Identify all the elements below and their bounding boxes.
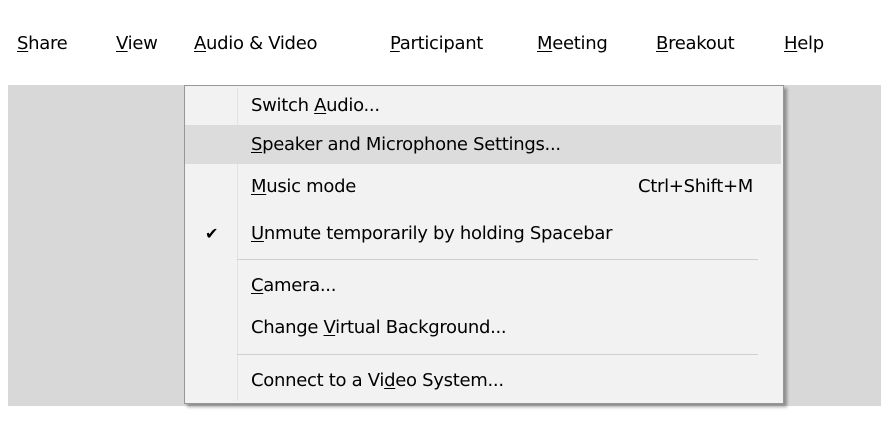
audio-video-dropdown: Switch Audio... Speaker and Microphone S… [184,85,784,404]
menu-view[interactable]: View [116,27,158,61]
menu-help[interactable]: Help [784,27,824,61]
menu-item-label: Music mode [251,176,356,197]
menu-item-unmute-spacebar[interactable]: ✔ Unmute temporarily by holding Spacebar [185,214,781,253]
menu-item-label: Camera... [251,275,337,296]
menu-item-camera[interactable]: Camera... [185,266,781,305]
menu-item-change-virtual-background[interactable]: Change Virtual Background... [185,308,781,347]
menu-item-label: Unmute temporarily by holding Spacebar [251,223,613,244]
menu-separator [237,354,758,355]
menu-item-label: Change Virtual Background... [251,317,507,338]
menu-item-label: Connect to a Video System... [251,370,504,391]
menu-item-label: Speaker and Microphone Settings... [251,134,561,155]
menu-breakout[interactable]: Breakout [656,27,735,61]
menu-meeting[interactable]: Meeting [537,27,608,61]
checkmark-icon: ✔ [205,224,219,243]
menu-item-speaker-microphone-settings[interactable]: Speaker and Microphone Settings... [185,125,781,164]
menu-audio-video[interactable]: Audio & Video [194,27,317,61]
menu-item-music-mode[interactable]: Music mode Ctrl+Shift+M [185,167,781,206]
menu-item-connect-video-system[interactable]: Connect to a Video System... [185,361,781,400]
menu-item-shortcut: Ctrl+Shift+M [637,176,753,197]
menu-item-switch-audio[interactable]: Switch Audio... [185,86,781,125]
menu-separator [237,259,758,260]
menu-share[interactable]: Share [17,27,68,61]
menu-participant[interactable]: Participant [390,27,483,61]
menu-bar: Share View Audio & Video Participant Mee… [0,0,881,85]
bottom-strip [0,406,881,422]
menu-item-label: Switch Audio... [251,95,380,116]
